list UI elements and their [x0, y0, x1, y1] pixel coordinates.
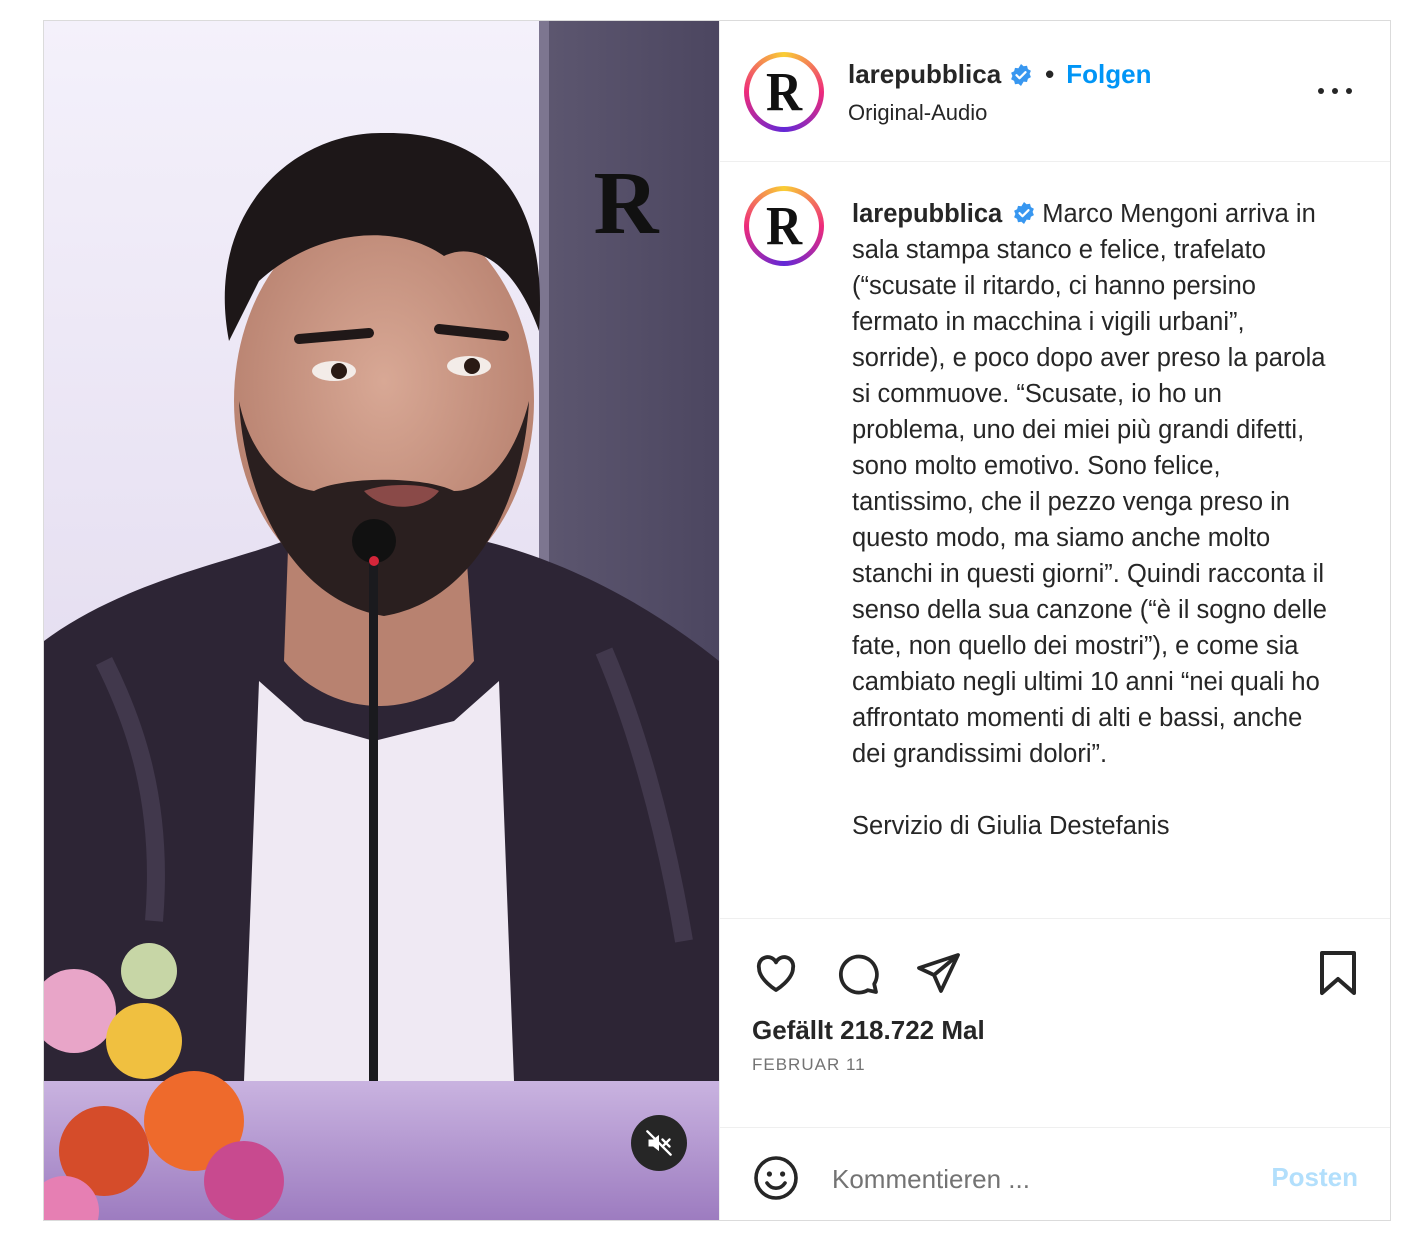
- caption-text: larepubblica Marco Mengoni arriva in sala…: [852, 196, 1342, 844]
- comment-bar: Posten: [720, 1128, 1390, 1220]
- action-bar: Gefällt 218.722 Mal FEBRUAR 11: [720, 919, 1390, 1128]
- post-date[interactable]: FEBRUAR 11: [752, 1055, 866, 1075]
- verified-badge-icon: [1009, 63, 1033, 87]
- share-icon[interactable]: [914, 949, 962, 997]
- heart-icon[interactable]: [752, 949, 800, 997]
- caption-avatar[interactable]: R: [744, 186, 824, 266]
- user-line: larepubblica • Folgen: [848, 59, 1151, 90]
- likes-count[interactable]: Gefällt 218.722 Mal: [752, 1015, 985, 1046]
- video-player[interactable]: R: [44, 21, 719, 1220]
- caption-avatar-inner: R: [749, 191, 819, 261]
- video-frame[interactable]: R: [44, 21, 719, 1220]
- post-header: R larepubblica • Folgen Original-Audio: [720, 21, 1390, 162]
- follow-button[interactable]: Folgen: [1066, 59, 1151, 90]
- watermark-logo: R: [594, 154, 660, 253]
- post-comment-button[interactable]: Posten: [1271, 1162, 1358, 1193]
- comment-input[interactable]: [830, 1158, 1214, 1200]
- caption-username[interactable]: larepubblica: [852, 200, 1002, 228]
- speaker-muted-icon: [646, 1130, 672, 1156]
- caption-body: Marco Mengoni arriva in sala stampa stan…: [852, 200, 1327, 840]
- avatar-logo: R: [765, 61, 803, 123]
- comment-icon[interactable]: [833, 949, 881, 997]
- avatar[interactable]: R: [744, 52, 824, 132]
- post-container: R R larepubblica • Folgen Original-Audio…: [43, 20, 1391, 1221]
- caption-avatar-logo: R: [765, 195, 803, 257]
- audio-label[interactable]: Original-Audio: [848, 100, 987, 126]
- avatar-inner: R: [749, 57, 819, 127]
- separator-dot: •: [1045, 59, 1055, 89]
- author-username[interactable]: larepubblica: [848, 59, 1001, 90]
- caption-verified-badge-icon: [1012, 201, 1036, 225]
- post-sidebar: R larepubblica • Folgen Original-Audio R: [719, 21, 1390, 1220]
- emoji-icon[interactable]: [752, 1154, 800, 1202]
- caption-area: R larepubblica Marco Mengoni arriva in sa…: [720, 162, 1390, 919]
- bookmark-icon[interactable]: [1316, 949, 1360, 997]
- mute-button[interactable]: [631, 1115, 687, 1171]
- more-options-icon[interactable]: [1318, 79, 1352, 103]
